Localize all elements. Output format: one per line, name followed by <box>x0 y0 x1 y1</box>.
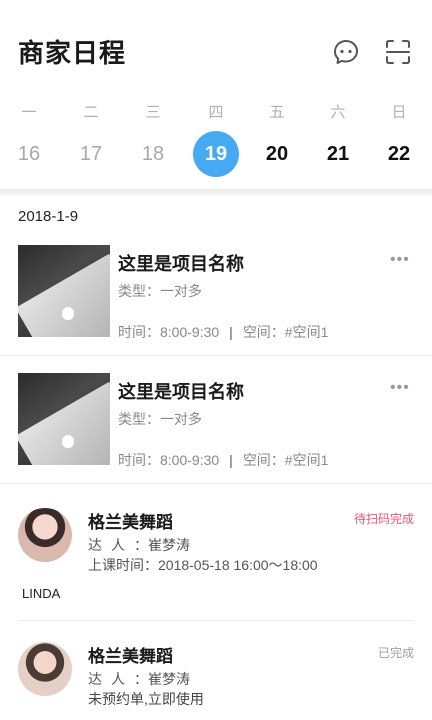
divider <box>0 483 432 484</box>
weekday-label: 三 <box>145 104 161 121</box>
day-number[interactable]: 17 <box>68 131 114 177</box>
selected-day-number[interactable]: 19 <box>193 131 239 177</box>
date-label: 2018-1-9 <box>18 208 79 225</box>
class-time-key: 上课时间： <box>88 557 158 573</box>
weekday-label: 一 <box>21 104 37 121</box>
project-time-row: 时间：8:00-9:30 | 空间：#空间1 <box>118 322 328 342</box>
apple-logo-icon <box>62 307 74 320</box>
project-thumbnail <box>18 245 110 337</box>
use-now-link[interactable]: 未预约单,立即使用 <box>88 689 204 709</box>
weekday-label: 六 <box>330 104 346 121</box>
laptop-image <box>18 252 110 337</box>
more-options-icon[interactable]: ••• <box>390 251 410 269</box>
divider <box>0 355 432 356</box>
chat-bubble-icon[interactable] <box>332 38 360 66</box>
avatar <box>18 642 72 696</box>
project-card[interactable]: 这里是项目名称 类型：一对多 时间：8:00-9:30 | 空间：#空间1 ••• <box>0 373 432 501</box>
class-time-row: 上课时间：2018-05-18 16:00～18:00 <box>88 555 318 575</box>
day-number[interactable]: 22 <box>376 131 422 177</box>
project-type: 类型：一对多 <box>118 411 202 427</box>
apple-logo-icon <box>62 435 74 448</box>
status-badge: 已完成 <box>377 646 414 660</box>
project-time: 时间：8:00-9:30 <box>118 324 220 340</box>
booking-card[interactable]: 格兰美舞蹈 已完成 达人：崔梦涛 未预约单,立即使用 <box>0 642 432 720</box>
project-space: 空间：#空间1 <box>242 324 329 340</box>
week-calendar: 一 16 二 17 三 18 四 19 五 20 六 21 日 22 <box>0 95 432 190</box>
expert-value: 崔梦涛 <box>148 671 190 687</box>
day-number[interactable]: 20 <box>254 131 300 177</box>
expert-row: 达人：崔梦涛 <box>88 669 190 689</box>
expert-key: 达人： <box>88 537 148 553</box>
day-number[interactable]: 16 <box>6 131 52 177</box>
avatar <box>18 508 72 562</box>
more-options-icon[interactable]: ••• <box>390 379 410 397</box>
project-space: 空间：#空间1 <box>242 452 329 468</box>
day-number[interactable]: 18 <box>130 131 176 177</box>
separator: | <box>229 324 233 340</box>
project-time: 时间：8:00-9:30 <box>118 452 220 468</box>
project-title: 这里是项目名称 <box>118 382 244 402</box>
booking-name: 格兰美舞蹈 <box>88 513 173 532</box>
booking-name: 格兰美舞蹈 <box>88 647 173 666</box>
status-badge: 待扫码完成 <box>353 512 414 526</box>
weekday-label: 二 <box>83 104 99 121</box>
class-time-value: 2018-05-18 16:00～18:00 <box>158 557 318 573</box>
project-title: 这里是项目名称 <box>118 254 244 274</box>
expert-row: 达人：崔梦涛 <box>88 535 190 555</box>
weekday-label: 四 <box>208 104 224 121</box>
page-header: 商家日程 <box>0 0 432 95</box>
scan-icon[interactable] <box>384 38 412 66</box>
section-divider <box>0 189 432 195</box>
booking-extra-label: LINDA <box>22 586 61 601</box>
expert-value: 崔梦涛 <box>148 537 190 553</box>
project-card[interactable]: 这里是项目名称 类型：一对多 时间：8:00-9:30 | 空间：#空间1 ••• <box>0 245 432 373</box>
expert-key: 达人： <box>88 671 148 687</box>
divider <box>18 620 414 621</box>
separator: | <box>229 452 233 468</box>
day-number[interactable]: 21 <box>315 131 361 177</box>
laptop-image <box>18 380 110 465</box>
project-thumbnail <box>18 373 110 465</box>
project-time-row: 时间：8:00-9:30 | 空间：#空间1 <box>118 450 328 470</box>
weekday-label: 五 <box>269 104 285 121</box>
project-type: 类型：一对多 <box>118 283 202 299</box>
page-title: 商家日程 <box>18 38 127 68</box>
booking-card[interactable]: 格兰美舞蹈 待扫码完成 达人：崔梦涛 上课时间：2018-05-18 16:00… <box>0 508 432 608</box>
weekday-label: 日 <box>391 104 407 121</box>
